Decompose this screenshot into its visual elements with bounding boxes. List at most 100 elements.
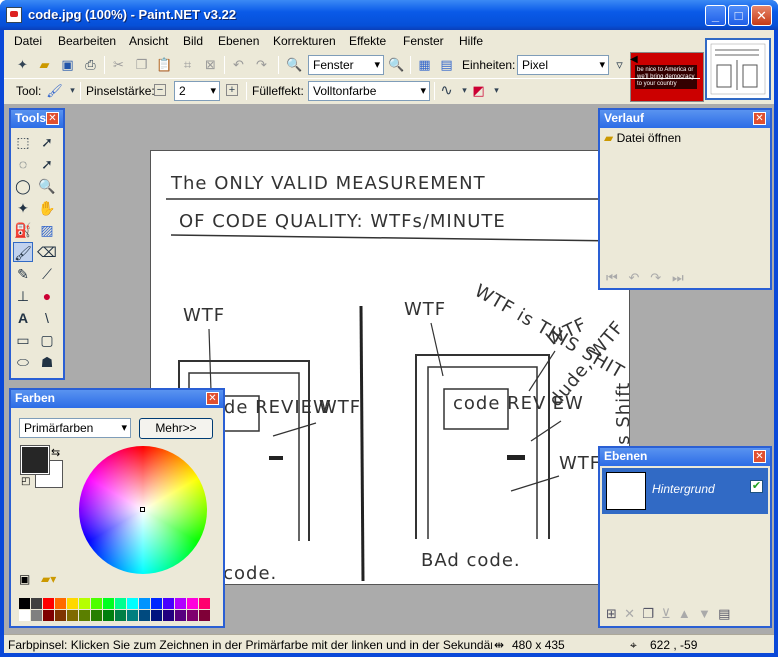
palette-swatch[interactable] — [79, 610, 90, 621]
minimize-button[interactable]: _ — [705, 5, 726, 26]
units-combo[interactable]: Pixel — [517, 55, 609, 75]
lasso-icon[interactable]: ◌ — [13, 154, 33, 174]
open-folder-icon[interactable]: ▰ — [36, 56, 53, 73]
color-wheel-cursor[interactable] — [140, 507, 145, 512]
redo-icon[interactable]: ↷ — [253, 56, 270, 73]
zoom-tool-icon[interactable]: 🔍 — [37, 176, 57, 196]
palette-swatch[interactable] — [199, 610, 210, 621]
palette-swatch[interactable] — [127, 598, 138, 609]
layer-visibility-checkbox[interactable]: ✔ — [750, 480, 763, 493]
menu-ansicht[interactable]: Ansicht — [129, 34, 168, 48]
swap-colors-icon[interactable]: ⇆ — [51, 446, 60, 459]
zoom-in-icon[interactable]: 🔍 — [388, 56, 405, 73]
pencil-icon[interactable]: ✎ — [13, 264, 33, 284]
tools-close-icon[interactable]: ✕ — [46, 112, 59, 125]
menu-effekte[interactable]: Effekte — [349, 34, 386, 48]
history-redo-icon[interactable]: ↷ — [650, 270, 661, 285]
palette-swatch[interactable] — [103, 598, 114, 609]
palette-swatch[interactable] — [139, 598, 150, 609]
reset-colors-icon[interactable]: ◰ — [21, 476, 30, 487]
rulers-icon[interactable]: ▤ — [438, 56, 455, 73]
palette-swatch[interactable] — [67, 598, 78, 609]
menu-bild[interactable]: Bild — [183, 34, 203, 48]
magic-wand-icon[interactable]: ✦ — [13, 198, 33, 218]
move-layer-down-icon[interactable]: ▼ — [698, 606, 711, 621]
blend-mode-icon[interactable]: ◩ — [470, 82, 487, 99]
history-undo-icon[interactable]: ↶ — [629, 270, 640, 285]
add-layer-icon[interactable]: ⊞ — [606, 606, 617, 621]
menu-datei[interactable]: Datei — [14, 34, 42, 48]
brush-width-combo[interactable]: 2 — [174, 81, 220, 101]
layers-panel-title[interactable]: Ebenen ✕ — [600, 448, 770, 466]
toolbar-overflow-icon[interactable]: ▿ — [611, 56, 628, 73]
palette-swatch[interactable] — [187, 610, 198, 621]
antialiasing-icon[interactable]: ∿ — [438, 82, 455, 99]
palette-swatch[interactable] — [43, 598, 54, 609]
palette-swatch[interactable] — [151, 610, 162, 621]
gradient-icon[interactable]: ▨ — [37, 220, 57, 240]
fill-combo[interactable]: Volltonfarbe — [308, 81, 430, 101]
layer-row[interactable]: Hintergrund ✔ — [602, 468, 768, 514]
palette-swatch[interactable] — [103, 610, 114, 621]
tool-dropdown-icon[interactable]: ▾ — [64, 82, 81, 99]
grid-icon[interactable]: ▦ — [416, 56, 433, 73]
layer-properties-icon[interactable]: ▤ — [718, 606, 730, 621]
history-item[interactable]: ▰ Datei öffnen — [604, 131, 681, 145]
tab-scroll-left-icon[interactable]: ◀ — [630, 54, 638, 65]
palette-swatch[interactable] — [151, 598, 162, 609]
paste-icon[interactable]: 📋 — [156, 56, 173, 73]
history-first-icon[interactable]: ⏮ — [606, 270, 618, 285]
palette-swatch[interactable] — [91, 610, 102, 621]
palette-swatch[interactable] — [127, 610, 138, 621]
cut-icon[interactable]: ✂ — [110, 56, 127, 73]
zoom-combo[interactable]: Fenster — [308, 55, 384, 75]
zoom-out-icon[interactable]: 🔍 — [286, 56, 303, 73]
palette-swatch[interactable] — [187, 598, 198, 609]
palette-swatch[interactable] — [67, 610, 78, 621]
palette-swatch[interactable] — [19, 598, 30, 609]
rectangle-select-icon[interactable]: ⬚ — [13, 132, 33, 152]
copy-icon[interactable]: ❐ — [133, 56, 150, 73]
rectangle-icon[interactable]: ▭ — [13, 330, 33, 350]
menu-korrekturen[interactable]: Korrekturen — [273, 34, 336, 48]
ellipse-select-icon[interactable]: ◯ — [13, 176, 33, 196]
palette-swatch[interactable] — [115, 598, 126, 609]
palette-swatch[interactable] — [55, 610, 66, 621]
move-selected-icon[interactable]: ➚ — [37, 154, 57, 174]
paintbrush-tool-icon[interactable]: 🖌 — [13, 242, 33, 262]
move-layer-up-icon[interactable]: ▲ — [678, 606, 691, 621]
menu-ebenen[interactable]: Ebenen — [218, 34, 259, 48]
clone-stamp-icon[interactable]: ⊥ — [13, 286, 33, 306]
color-picker-icon[interactable]: ⟋ — [37, 264, 57, 284]
paintbrush-icon[interactable]: 🖌 — [46, 82, 63, 99]
history-panel-title[interactable]: Verlauf ✕ — [600, 110, 770, 128]
brush-increase-button[interactable]: + — [226, 84, 238, 96]
menu-fenster[interactable]: Fenster — [403, 34, 444, 48]
paint-bucket-icon[interactable]: ⛽ — [13, 220, 33, 240]
merge-layer-icon[interactable]: ⊻ — [661, 606, 671, 621]
palette-swatch[interactable] — [43, 610, 54, 621]
pan-hand-icon[interactable]: ✋ — [37, 198, 57, 218]
primary-color-swatch[interactable] — [20, 445, 50, 475]
blend-mode-dropdown-icon[interactable]: ▾ — [488, 82, 505, 99]
colors-panel-title[interactable]: Farben ✕ — [11, 390, 223, 408]
menu-hilfe[interactable]: Hilfe — [459, 34, 483, 48]
brush-decrease-button[interactable]: − — [154, 84, 166, 96]
deselect-icon[interactable]: ⊠ — [202, 56, 219, 73]
save-icon[interactable]: ▣ — [59, 56, 76, 73]
ellipse-icon[interactable]: ⬭ — [13, 352, 33, 372]
palette-swatch[interactable] — [175, 610, 186, 621]
new-file-icon[interactable]: ✦ — [14, 56, 31, 73]
palette-swatch[interactable] — [175, 598, 186, 609]
history-last-icon[interactable]: ⏭ — [672, 270, 684, 285]
close-button[interactable]: ✕ — [751, 5, 772, 26]
eraser-icon[interactable]: ⌫ — [37, 242, 57, 262]
text-tool-icon[interactable]: A — [13, 308, 33, 328]
crop-icon[interactable]: ⌗ — [179, 56, 196, 73]
palette-swatch[interactable] — [139, 610, 150, 621]
palette-swatch[interactable] — [163, 610, 174, 621]
menu-bearbeiten[interactable]: Bearbeiten — [58, 34, 116, 48]
print-icon[interactable]: ⎙ — [82, 56, 99, 73]
image-thumbnail-tab-2[interactable] — [705, 38, 771, 100]
palette-swatch[interactable] — [91, 598, 102, 609]
